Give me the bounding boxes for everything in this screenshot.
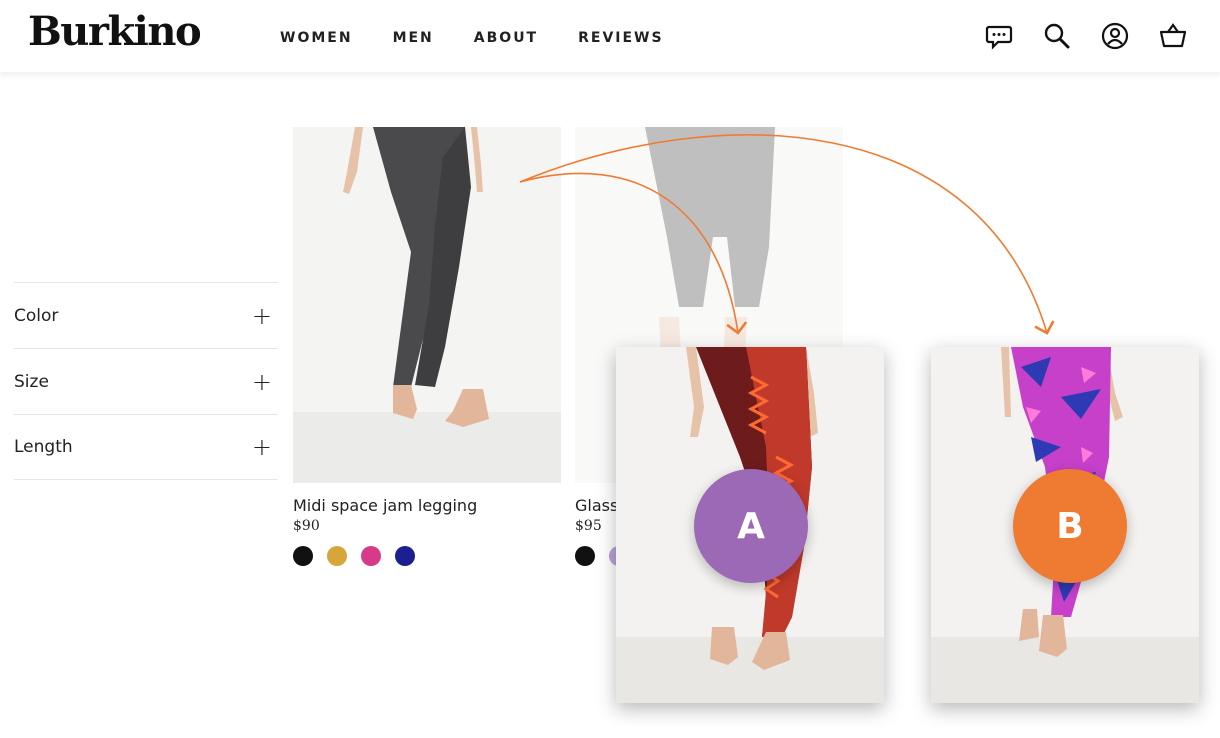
swatch-black[interactable]	[575, 546, 595, 566]
filter-panel: Color + Size + Length +	[14, 282, 278, 480]
variant-a-badge: A	[694, 469, 808, 583]
basket-icon[interactable]	[1158, 20, 1188, 52]
main-nav: WOMEN MEN ABOUT REVIEWS	[280, 30, 704, 46]
search-icon[interactable]	[1042, 20, 1072, 52]
site-header: Burkino WOMEN MEN ABOUT REVIEWS	[0, 0, 1220, 72]
chat-icon[interactable]	[984, 20, 1014, 52]
swatch-mustard[interactable]	[327, 546, 347, 566]
expand-plus-icon[interactable]: +	[252, 433, 272, 461]
swatch-navy[interactable]	[395, 546, 415, 566]
nav-reviews[interactable]: REVIEWS	[578, 30, 663, 46]
swatch-pink[interactable]	[361, 546, 381, 566]
account-icon[interactable]	[1100, 20, 1130, 52]
expand-plus-icon[interactable]: +	[252, 368, 272, 396]
swatch-black[interactable]	[293, 546, 313, 566]
expand-plus-icon[interactable]: +	[252, 302, 272, 330]
product-image[interactable]	[293, 127, 561, 483]
nav-men[interactable]: MEN	[393, 30, 434, 46]
filter-size[interactable]: Size +	[14, 348, 278, 414]
product-card[interactable]: Midi space jam legging $90	[293, 127, 561, 566]
product-price: $90	[293, 518, 320, 534]
filter-length[interactable]: Length +	[14, 414, 278, 480]
nav-women[interactable]: WOMEN	[280, 30, 353, 46]
filter-label: Length	[14, 437, 73, 457]
color-swatches	[293, 546, 561, 566]
header-icons	[956, 20, 1188, 52]
product-name[interactable]: Midi space jam legging	[293, 496, 561, 515]
filter-color[interactable]: Color +	[14, 282, 278, 348]
nav-about[interactable]: ABOUT	[474, 30, 538, 46]
filter-label: Size	[14, 371, 49, 392]
filter-label: Color	[14, 305, 59, 326]
brand-logo[interactable]: Burkino	[28, 8, 202, 55]
variant-b-badge: B	[1013, 469, 1127, 583]
